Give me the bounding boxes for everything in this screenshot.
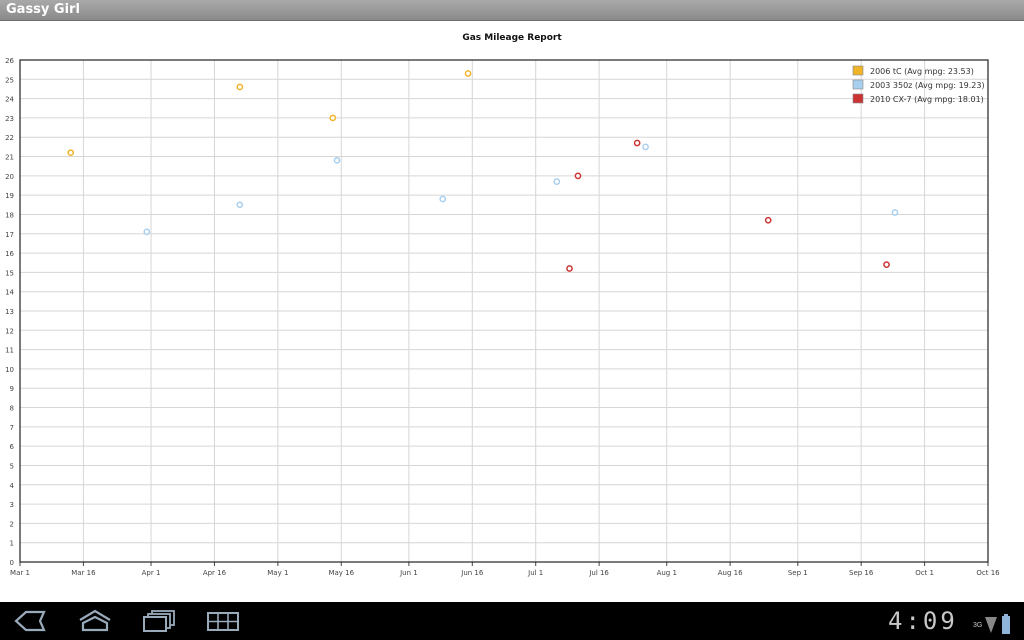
data-point: [439, 195, 447, 203]
data-point: [67, 149, 75, 157]
x-tick-label: Jun 16: [460, 569, 484, 577]
x-tick-label: Apr 1: [142, 569, 161, 577]
y-tick-label: 4: [10, 482, 15, 490]
legend-entry: 2006 tC (Avg mpg: 23.53): [870, 67, 974, 76]
x-tick-label: Aug 1: [657, 569, 677, 577]
y-tick-label: 16: [5, 250, 14, 258]
y-tick-label: 7: [10, 424, 14, 432]
y-tick-label: 24: [5, 96, 14, 104]
legend-swatch: [852, 79, 864, 90]
data-point: [566, 265, 573, 272]
data-point: [891, 209, 899, 216]
x-tick-label: May 16: [328, 569, 354, 577]
x-tick-label: Aug 16: [718, 569, 743, 577]
y-tick-label: 5: [10, 462, 14, 470]
data-point: [333, 157, 341, 164]
y-tick-label: 23: [5, 115, 14, 123]
x-tick-label: Jun 1: [399, 569, 418, 577]
y-tick-label: 1: [10, 540, 14, 548]
x-tick-label: Jul 1: [527, 569, 543, 577]
menu-icon[interactable]: [206, 608, 240, 634]
y-tick-label: 20: [5, 173, 14, 181]
y-tick-label: 18: [5, 211, 14, 219]
y-tick-label: 13: [5, 308, 14, 316]
x-tick-label: Mar 1: [10, 569, 30, 577]
y-tick-label: 14: [5, 289, 14, 297]
x-tick-label: Apr 16: [203, 569, 227, 577]
x-tick-label: Sep 1: [788, 569, 808, 577]
x-tick-label: Sep 16: [849, 569, 874, 577]
y-tick-label: 22: [5, 134, 14, 142]
y-tick-label: 3: [10, 501, 14, 509]
network-type: 3G: [973, 622, 983, 629]
x-tick-label: Mar 16: [71, 569, 96, 577]
legend-swatch: [852, 93, 864, 104]
y-tick-label: 26: [5, 57, 14, 65]
battery-icon: [1002, 614, 1010, 634]
data-point: [574, 172, 582, 180]
y-tick-label: 17: [5, 231, 14, 239]
data-point: [553, 178, 561, 185]
recent-apps-icon[interactable]: [142, 608, 176, 634]
data-point: [236, 201, 244, 209]
y-tick-label: 9: [10, 385, 14, 393]
signal-icon: [985, 617, 997, 633]
y-tick-label: 21: [5, 154, 14, 162]
home-icon[interactable]: [78, 608, 112, 634]
y-tick-label: 0: [10, 559, 14, 567]
data-point: [633, 139, 641, 147]
legend-swatch: [852, 65, 864, 76]
y-tick-label: 6: [10, 443, 15, 451]
y-tick-label: 2: [10, 520, 14, 528]
data-point: [236, 83, 244, 91]
x-tick-label: Jul 16: [588, 569, 609, 577]
clock[interactable]: 4:09: [888, 607, 958, 635]
app-title: Gassy Girl: [6, 2, 80, 17]
chart-area: Gas Mileage Report 0 1 2 3 4 5 6 7 8 9 10 11 12 13 14 1…: [0, 21, 1024, 602]
data-point: [642, 143, 649, 151]
scatter-chart: 0123456789101112131415161718192021222324…: [5, 57, 1000, 577]
legend-entry: 2003 350z (Avg mpg: 19.23): [870, 81, 985, 90]
y-tick-label: 15: [5, 269, 14, 277]
back-icon[interactable]: [14, 608, 46, 634]
y-tick-label: 25: [5, 76, 14, 84]
data-point: [143, 228, 151, 236]
x-tick-label: Oct 16: [976, 569, 1000, 577]
x-tick-label: May 1: [267, 569, 288, 577]
y-tick-label: 12: [5, 327, 14, 335]
y-tick-label: 11: [5, 347, 14, 355]
data-point: [329, 114, 337, 122]
legend-entry: 2010 CX-7 (Avg mpg: 18.01): [870, 95, 984, 104]
y-tick-label: 8: [10, 405, 14, 413]
app-title-bar: Gassy Girl: [0, 0, 1024, 21]
y-tick-label: 19: [5, 192, 14, 200]
data-point: [464, 70, 472, 77]
data-point: [883, 261, 890, 269]
y-tick-label: 10: [5, 366, 14, 374]
x-tick-label: Oct 1: [915, 569, 934, 577]
data-point: [764, 216, 772, 224]
system-nav-bar: 4:09 3G: [0, 602, 1024, 640]
